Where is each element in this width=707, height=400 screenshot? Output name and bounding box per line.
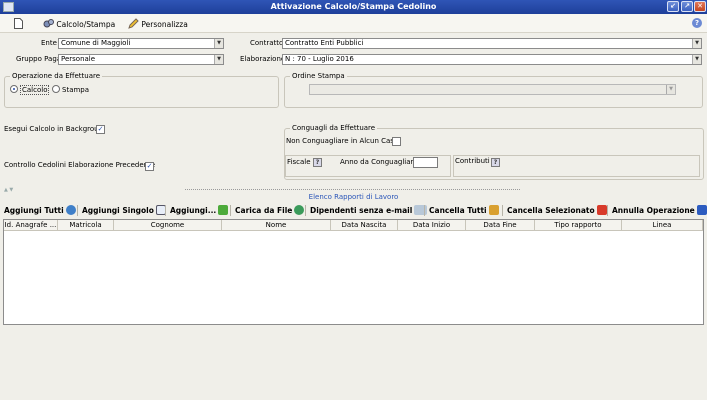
ente-label: Ente [41,39,57,47]
operazione-legend: Operazione da Effettuare [10,72,103,80]
calcolo-stampa-label: Calcolo/Stampa [56,20,116,29]
recycle-icon [294,205,305,215]
chevron-down-icon[interactable]: ▼ [666,85,675,94]
anno-label: Anno da Conguagliare [340,158,418,166]
close-button[interactable]: ✕ [694,1,706,12]
fiscale-label: Fiscale [287,158,311,166]
gruppo-paga-label: Gruppo Paga [16,55,62,63]
contributi-label: Contributi [455,157,490,165]
column-header[interactable]: Tipo rapporto [535,220,622,231]
separator [165,205,166,216]
anno-input[interactable] [413,157,438,168]
separator [424,205,425,216]
calcolo-stampa-button[interactable]: Calcolo/Stampa [43,18,115,30]
aggiungi-tutti-button[interactable]: Aggiungi Tutti [4,204,76,217]
aggiungi-label: Aggiungi... [170,206,217,215]
contratto-value: Contratto Enti Pubblici [285,39,364,47]
splitter-handle[interactable] [185,189,520,190]
column-header[interactable]: Id. Anagrafe ... [4,220,58,231]
stampa-radio[interactable] [52,85,60,93]
help-icon[interactable]: ? [692,18,702,28]
contributi-help-button[interactable]: ? [491,158,500,167]
column-header[interactable]: Matricola [58,220,114,231]
dipendenti-senza-email-label: Dipendenti senza e-mail [310,206,413,215]
conguagli-legend: Conguagli da Effettuare [290,124,378,132]
controllo-label: Controllo Cedolini Elaborazione Preceden… [4,161,156,169]
toolbar: Calcolo/Stampa Personalizza ? [0,14,707,33]
chevron-down-icon[interactable]: ▼ [692,39,701,48]
ordine-stampa-legend: Ordine Stampa [290,72,347,80]
separator [305,205,306,216]
separator [607,205,608,216]
plus-icon [218,205,229,215]
contratto-select[interactable]: Contratto Enti Pubblici ▼ [282,38,702,49]
aggiungi-singolo-button[interactable]: Aggiungi Singolo [82,204,166,217]
delete-icon [596,205,607,215]
annulla-operazione-label: Annulla Operazione [612,206,695,215]
aggiungi-button[interactable]: Aggiungi... [170,204,229,217]
carica-da-file-button[interactable]: Carica da File [235,204,305,217]
exit-icon [696,205,707,215]
separator [77,205,78,216]
ente-value: Comune di Maggioli [61,39,131,47]
column-header[interactable]: Nome [222,220,331,231]
non-conguagliare-checkbox[interactable] [392,137,401,146]
aggiungi-tutti-label: Aggiungi Tutti [4,206,64,215]
elaborazione-label: Elaborazione [240,55,286,63]
new-document-icon [14,18,23,29]
cancella-selezionato-label: Cancella Selezionato [507,206,595,215]
maximize-button[interactable]: ↗ [681,1,693,12]
window-title: Attivazione Calcolo/Stampa Cedolino [270,2,437,11]
fiscale-help-button[interactable]: ? [313,158,322,167]
background-checkbox[interactable]: ✓ [96,125,105,134]
elaborazione-select[interactable]: N : 70 - Luglio 2016 ▼ [282,54,702,65]
column-header[interactable]: Data Nascita [331,220,398,231]
personalizza-button[interactable]: Personalizza [128,18,188,30]
column-header[interactable]: Data Inizio [398,220,466,231]
aggiungi-singolo-label: Aggiungi Singolo [82,206,154,215]
gruppo-paga-select[interactable]: Personale ▼ [58,54,224,65]
background-label: Esegui Calcolo in Backgroud [4,125,104,133]
carica-da-file-label: Carica da File [235,206,293,215]
cancella-tutti-button[interactable]: Cancella Tutti [429,204,499,217]
contratto-label: Contratto [250,39,284,47]
minimize-button[interactable]: ↙ [667,1,679,12]
ente-select[interactable]: Comune di Maggioli ▼ [58,38,224,49]
column-header[interactable]: Cognome [114,220,222,231]
rapporti-actionbar: Aggiungi Tutti Aggiungi Singolo Aggiungi… [3,203,707,218]
annulla-operazione-button[interactable]: Annulla Operazione [612,204,707,217]
calcolo-label[interactable]: Calcolo [20,85,50,95]
column-header[interactable]: Linea [622,220,703,231]
pencil-icon [128,18,139,29]
chevron-down-icon[interactable]: ▼ [214,55,223,64]
rapporti-grid[interactable]: Id. Anagrafe ... Matricola Cognome Nome … [3,219,704,325]
window-titlebar: Attivazione Calcolo/Stampa Cedolino ↙ ↗ … [0,0,707,14]
chevron-down-icon[interactable]: ▼ [692,55,701,64]
calcolo-radio[interactable] [10,85,18,93]
column-header[interactable]: Data Fine [466,220,535,231]
stampa-label[interactable]: Stampa [62,86,89,94]
gruppo-paga-value: Personale [61,55,96,63]
chevron-down-icon[interactable]: ▼ [214,39,223,48]
ordine-stampa-select[interactable]: ▼ [309,84,676,95]
rapporti-title: Elenco Rapporti di Lavoro [308,193,399,201]
personalizza-label: Personalizza [141,20,188,29]
email-icon [414,205,428,215]
globe-icon [65,205,76,215]
controllo-checkbox[interactable]: ✓ [145,162,154,171]
non-conguagliare-label: Non Conguagliare in Alcun Caso [286,137,399,145]
cancella-tutti-label: Cancella Tutti [429,206,487,215]
new-document-button[interactable] [14,18,23,30]
people-icon [488,205,499,215]
gears-icon [43,19,54,28]
cancella-selezionato-button[interactable]: Cancella Selezionato [507,204,607,217]
elaborazione-value: N : 70 - Luglio 2016 [285,55,354,63]
dipendenti-senza-email-button[interactable]: Dipendenti senza e-mail [310,204,428,217]
separator [502,205,503,216]
separator [230,205,231,216]
